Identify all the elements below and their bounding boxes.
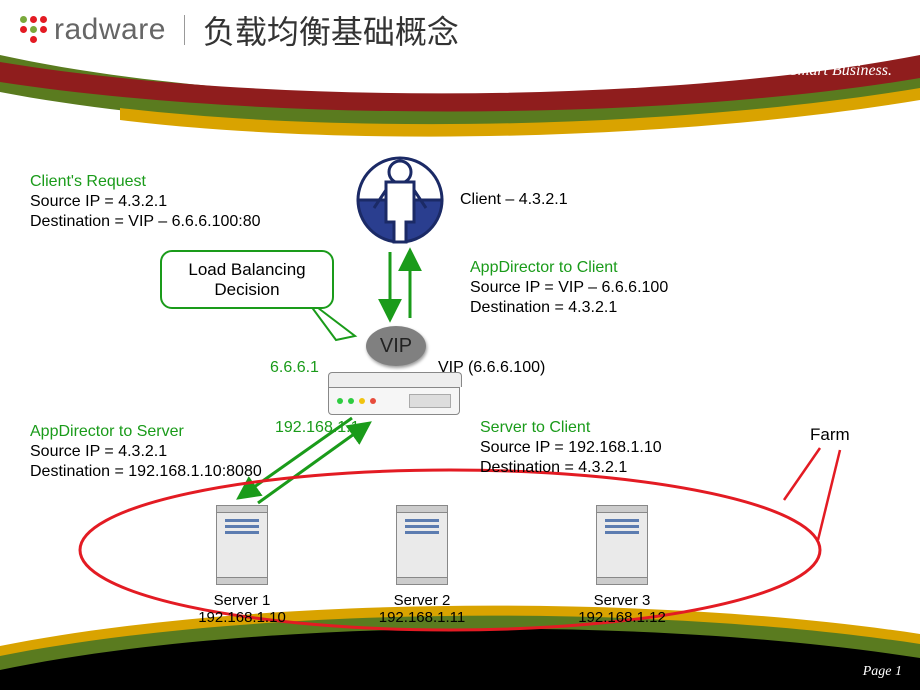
- server-1-icon: [216, 505, 268, 585]
- appdir-to-client-l1: Source IP = VIP – 6.6.6.100: [470, 278, 668, 298]
- server-to-client-block: Server to Client Source IP = 192.168.1.1…: [480, 418, 662, 478]
- vip-badge: VIP: [366, 326, 426, 366]
- svg-overlay: [0, 0, 920, 690]
- appdir-to-client-heading: AppDirector to Client: [470, 258, 668, 278]
- server-1-ip: 192.168.1.10: [172, 609, 312, 626]
- logo-dots-icon: [20, 16, 48, 44]
- server-2-label: Server 2 192.168.1.11: [352, 592, 492, 626]
- client-label: Client – 4.3.2.1: [460, 190, 568, 210]
- lb-decision-callout: Load Balancing Decision: [160, 250, 334, 309]
- server-3-name: Server 3: [552, 592, 692, 609]
- appdir-to-client-block: AppDirector to Client Source IP = VIP – …: [470, 258, 668, 318]
- server-2-icon: [396, 505, 448, 585]
- client-request-l2: Destination = VIP – 6.6.6.100:80: [30, 212, 261, 232]
- appdir-to-client-l2: Destination = 4.3.2.1: [470, 298, 668, 318]
- appdirector-device-icon: [328, 372, 460, 414]
- slide: radware 负载均衡基础概念 Smart Network. Smart Bu…: [0, 0, 920, 690]
- appdir-to-server-block: AppDirector to Server Source IP = 4.3.2.…: [30, 422, 262, 482]
- divider: [184, 15, 185, 45]
- brand-logo: radware: [20, 13, 166, 47]
- server-to-client-l1: Source IP = 192.168.1.10: [480, 438, 662, 458]
- server-3-icon: [596, 505, 648, 585]
- lb-decision-text: Load Balancing Decision: [162, 260, 332, 300]
- brand-name: radware: [54, 13, 166, 47]
- appdir-to-server-l1: Source IP = 4.3.2.1: [30, 442, 262, 462]
- server-to-client-l2: Destination = 4.3.2.1: [480, 458, 662, 478]
- slide-title: 负载均衡基础概念: [203, 7, 459, 53]
- server-1-label: Server 1 192.168.1.10: [172, 592, 312, 626]
- server-1-name: Server 1: [172, 592, 312, 609]
- farm-label: Farm: [810, 425, 850, 445]
- vip-badge-text: VIP: [380, 335, 412, 358]
- client-request-block: Client's Request Source IP = 4.3.2.1 Des…: [30, 172, 261, 232]
- appdir-to-server-heading: AppDirector to Server: [30, 422, 262, 442]
- server-3-ip: 192.168.1.12: [552, 609, 692, 626]
- appdir-to-server-l2: Destination = 192.168.1.10:8080: [30, 462, 262, 482]
- server-2-ip: 192.168.1.11: [352, 609, 492, 626]
- header: radware 负载均衡基础概念: [0, 0, 920, 60]
- iface-bottom: 192.168.1.1: [275, 418, 360, 438]
- page-number: Page 1: [863, 664, 902, 680]
- vip-ip-left: 6.6.6.1: [270, 358, 319, 378]
- server-2-name: Server 2: [352, 592, 492, 609]
- client-request-heading: Client's Request: [30, 172, 261, 192]
- brand-tagline: Smart Network. Smart Business.: [685, 62, 892, 80]
- server-3-label: Server 3 192.168.1.12: [552, 592, 692, 626]
- server-to-client-heading: Server to Client: [480, 418, 662, 438]
- client-request-l1: Source IP = 4.3.2.1: [30, 192, 261, 212]
